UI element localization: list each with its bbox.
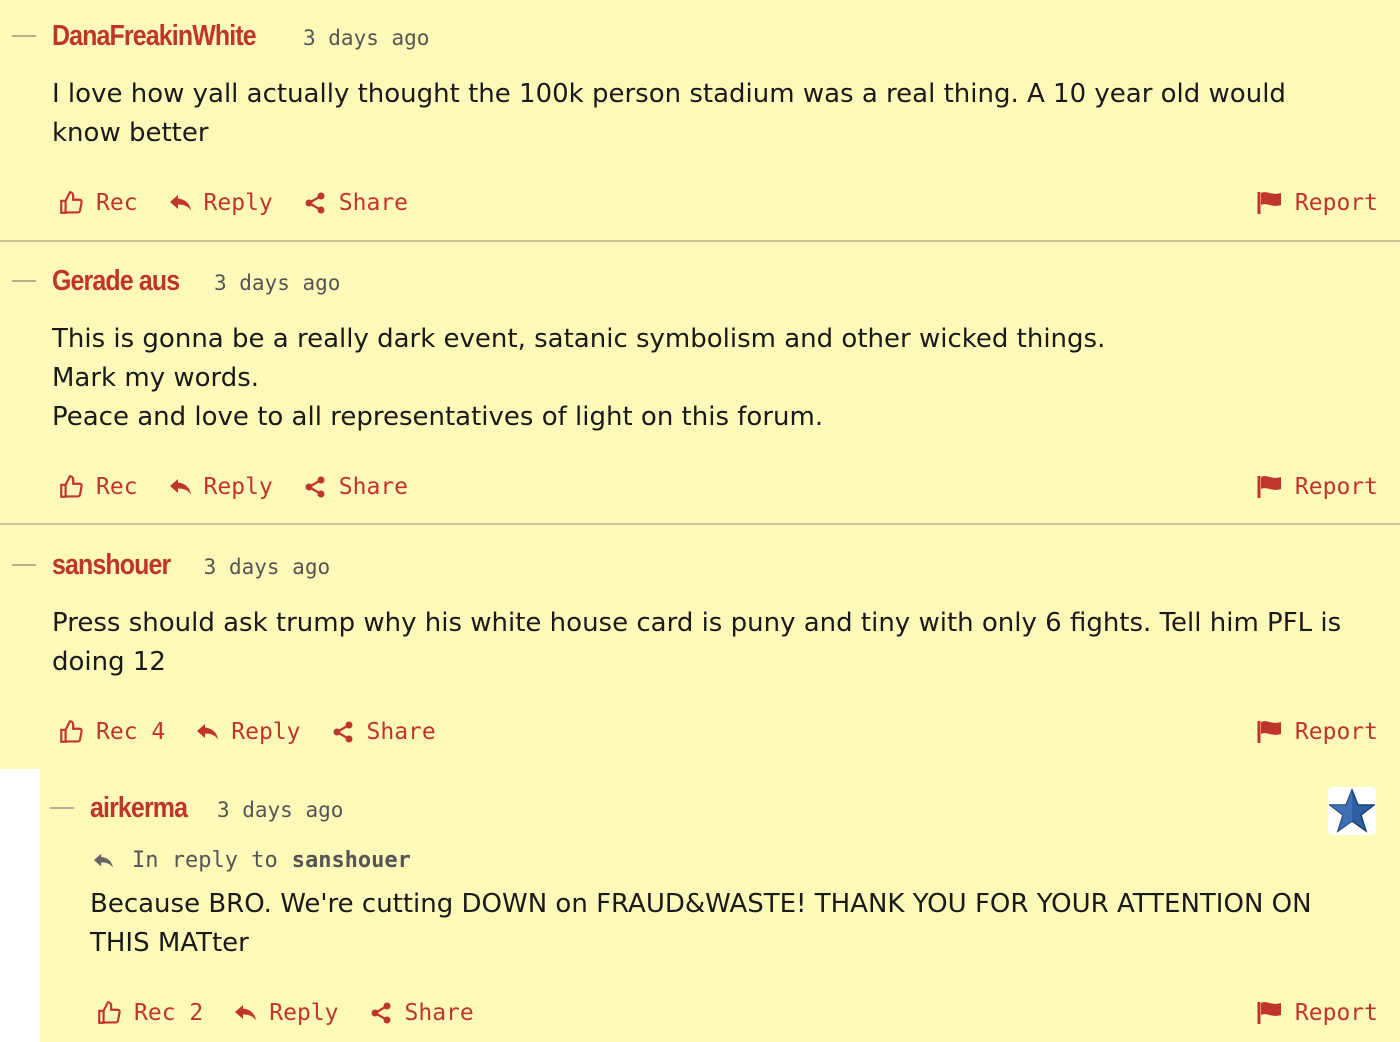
share-icon (371, 1002, 390, 1024)
share-button[interactable]: Share (303, 190, 408, 216)
rec-label: Rec 4 (96, 719, 166, 745)
rec-label: Rec (96, 474, 138, 500)
share-label: Share (338, 190, 409, 216)
rec-button[interactable]: Rec 2 (96, 1000, 203, 1026)
reply-label: Reply (203, 474, 273, 500)
reply-arrow-icon (197, 724, 219, 740)
reply-button[interactable]: Reply (168, 474, 273, 500)
comment-header: airkerma 3 days ago (90, 792, 343, 825)
comment-text: Because BRO. We're cutting DOWN on FRAUD… (90, 889, 1312, 958)
reply-arrow-icon (169, 195, 191, 211)
flag-icon (1257, 192, 1281, 214)
reply-label: Reply (269, 1000, 339, 1026)
comment-timestamp[interactable]: 3 days ago (217, 798, 343, 822)
comment-author[interactable]: DanaFreakinWhite (52, 20, 257, 53)
collapse-toggle[interactable] (12, 35, 36, 37)
share-icon (305, 476, 325, 498)
comment-actions: Rec Reply Share (58, 190, 438, 216)
share-label: Share (404, 1000, 474, 1026)
reply-arrow-icon (169, 479, 191, 495)
collapse-toggle[interactable] (12, 564, 36, 566)
comment-author[interactable]: Gerade aus (52, 265, 180, 298)
reply-label: Reply (203, 190, 273, 216)
share-label: Share (366, 719, 436, 745)
report-label: Report (1294, 190, 1378, 216)
report-label: Report (1294, 1000, 1378, 1026)
blue-star-icon (1329, 788, 1375, 833)
comment-actions: Rec Reply Share (58, 474, 438, 500)
comment-author[interactable]: airkerma (90, 792, 188, 825)
share-icon (333, 721, 352, 743)
comment-timestamp[interactable]: 3 days ago (204, 555, 330, 579)
thumbs-up-icon (60, 191, 83, 214)
reply-arrow-icon (235, 1005, 257, 1021)
in-reply-prefix: In reply to (132, 848, 278, 873)
in-reply-name[interactable]: sanshouer (292, 848, 411, 873)
thumbs-up-icon (98, 1001, 121, 1024)
comment-header: Gerade aus 3 days ago (52, 265, 340, 298)
comment-header: DanaFreakinWhite 3 days ago (52, 20, 429, 53)
comment-timestamp[interactable]: 3 days ago (214, 271, 340, 295)
rec-button[interactable]: Rec 4 (58, 719, 165, 745)
reply-button[interactable]: Reply (195, 719, 301, 745)
comment-text: Press should ask trump why his white hou… (52, 608, 1342, 677)
share-label: Share (338, 474, 409, 500)
thumbs-up-icon (60, 720, 83, 743)
comment-header: sanshouer 3 days ago (52, 549, 330, 582)
reply-label: Reply (231, 719, 301, 745)
in-reply-to[interactable]: In reply to sanshouer (92, 848, 411, 873)
thumbs-up-icon (60, 475, 83, 498)
comment-text: I love how yall actually thought the 100… (52, 79, 1286, 148)
comment-divider (0, 523, 1400, 525)
share-button[interactable]: Share (369, 1000, 474, 1026)
report-button[interactable]: Report (1257, 190, 1378, 216)
reply-button[interactable]: Reply (233, 1000, 339, 1026)
reply-thread-indent (0, 769, 40, 1042)
report-button[interactable]: Report (1257, 719, 1378, 745)
comment-text: This is gonna be a really dark event, sa… (52, 324, 1106, 432)
report-label: Report (1294, 474, 1378, 500)
share-button[interactable]: Share (331, 719, 436, 745)
rec-label: Rec 2 (134, 1000, 204, 1026)
share-button[interactable]: Share (303, 474, 408, 500)
collapse-toggle[interactable] (50, 807, 74, 809)
flag-icon (1257, 476, 1281, 498)
report-button[interactable]: Report (1257, 1000, 1378, 1026)
rec-button[interactable]: Rec (58, 190, 138, 216)
reply-button[interactable]: Reply (168, 190, 273, 216)
comment-actions: Rec 4 Reply Share (58, 719, 466, 745)
collapse-toggle[interactable] (12, 280, 36, 282)
user-badge (1328, 787, 1376, 835)
comment-timestamp[interactable]: 3 days ago (303, 26, 429, 50)
comment-actions: Rec 2 Reply Share (96, 1000, 504, 1026)
rec-label: Rec (96, 190, 138, 216)
report-button[interactable]: Report (1257, 474, 1378, 500)
rec-button[interactable]: Rec (58, 474, 138, 500)
share-icon (305, 192, 325, 214)
comment-author[interactable]: sanshouer (52, 549, 171, 582)
report-label: Report (1294, 719, 1378, 745)
reply-arrow-icon (93, 853, 113, 868)
flag-icon (1257, 721, 1281, 743)
comment-divider (0, 240, 1400, 242)
flag-icon (1257, 1002, 1281, 1024)
